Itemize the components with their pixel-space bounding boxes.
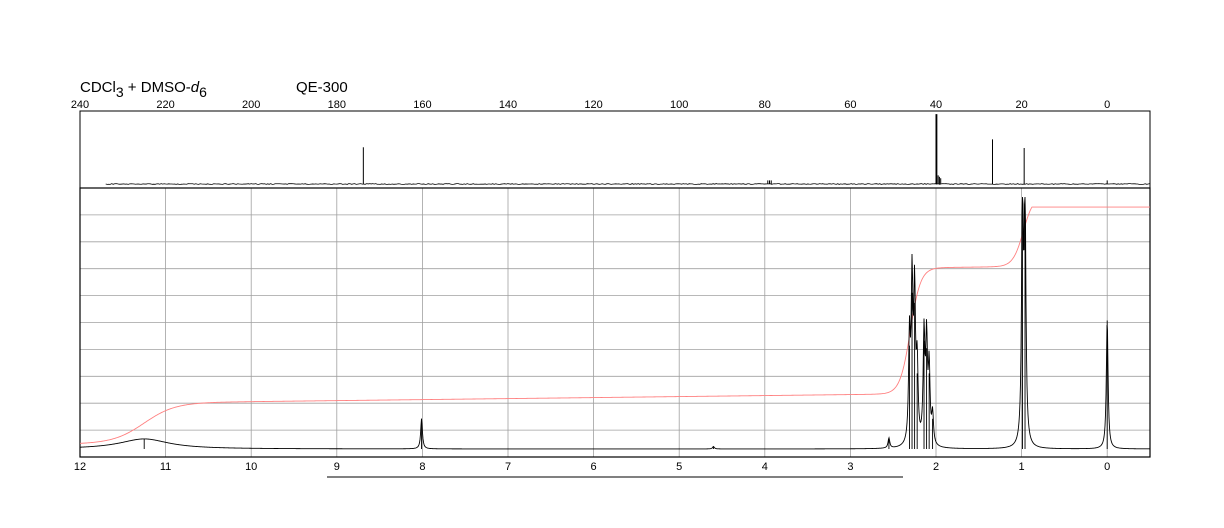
- c13-panel-frame: [79, 110, 1151, 189]
- c13-spectrum: [105, 114, 1150, 185]
- c13-tick-label: 20: [1015, 99, 1027, 111]
- solvent-sub-3: 3: [116, 84, 124, 100]
- h1-spectrum-trace: [79, 196, 1150, 450]
- h1-tick-label: 3: [847, 461, 853, 473]
- c13-tick-label: 200: [242, 99, 260, 111]
- c13-baseline: [105, 183, 1150, 185]
- solvent-sub-6: 6: [199, 84, 207, 100]
- c13-tick-label: 140: [499, 99, 517, 111]
- h1-integral-trace: [79, 206, 1150, 444]
- c13-tick-label: 40: [930, 99, 942, 111]
- solvent-label: CDCl3 + DMSO-d6: [80, 79, 207, 100]
- solvent-mid: + DMSO-: [124, 79, 191, 96]
- h1-spectrum: [79, 196, 1150, 450]
- c13-tick-label: 120: [584, 99, 602, 111]
- nmr-figure: CDCl3 + DMSO-d6 QE-300 240 220 200 180 160 14…: [71, 79, 1151, 478]
- c13-tick-label: 0: [1104, 99, 1110, 111]
- c13-tick-labels: 240 220 200 180 160 140 120 100 80 60 40 20 0: [71, 99, 1110, 111]
- c13-tick-label: 60: [844, 99, 856, 111]
- h1-tick-label: 4: [762, 461, 768, 473]
- h1-tick-labels: 12 11 10 9 8 7 6 5 4 3 2 1 0: [74, 461, 1110, 473]
- c13-tick-label: 160: [413, 99, 431, 111]
- c13-tick-label: 100: [670, 99, 688, 111]
- h1-tick-label: 5: [676, 461, 682, 473]
- c13-tick-label: 80: [759, 99, 771, 111]
- h1-tick-label: 12: [74, 461, 86, 473]
- h1-grid: [79, 188, 1150, 457]
- h1-tick-label: 11: [160, 461, 171, 473]
- solvent-main: CDCl: [80, 79, 116, 96]
- instrument-label: QE-300: [296, 79, 348, 96]
- h1-integral-curve: [79, 206, 1150, 444]
- h1-tick-label: 0: [1104, 461, 1110, 473]
- h1-tick-label: 8: [419, 461, 425, 473]
- h1-tick-label: 1: [1019, 461, 1025, 473]
- h1-tick-label: 10: [245, 461, 257, 473]
- h1-tick-label: 9: [334, 461, 340, 473]
- h1-tick-label: 2: [933, 461, 939, 473]
- h1-tick-label: 7: [505, 461, 511, 473]
- c13-tick-label: 180: [328, 99, 346, 111]
- h1-tick-label: 6: [591, 461, 597, 473]
- c13-tick-label: 240: [71, 99, 89, 111]
- c13-tick-label: 220: [156, 99, 174, 111]
